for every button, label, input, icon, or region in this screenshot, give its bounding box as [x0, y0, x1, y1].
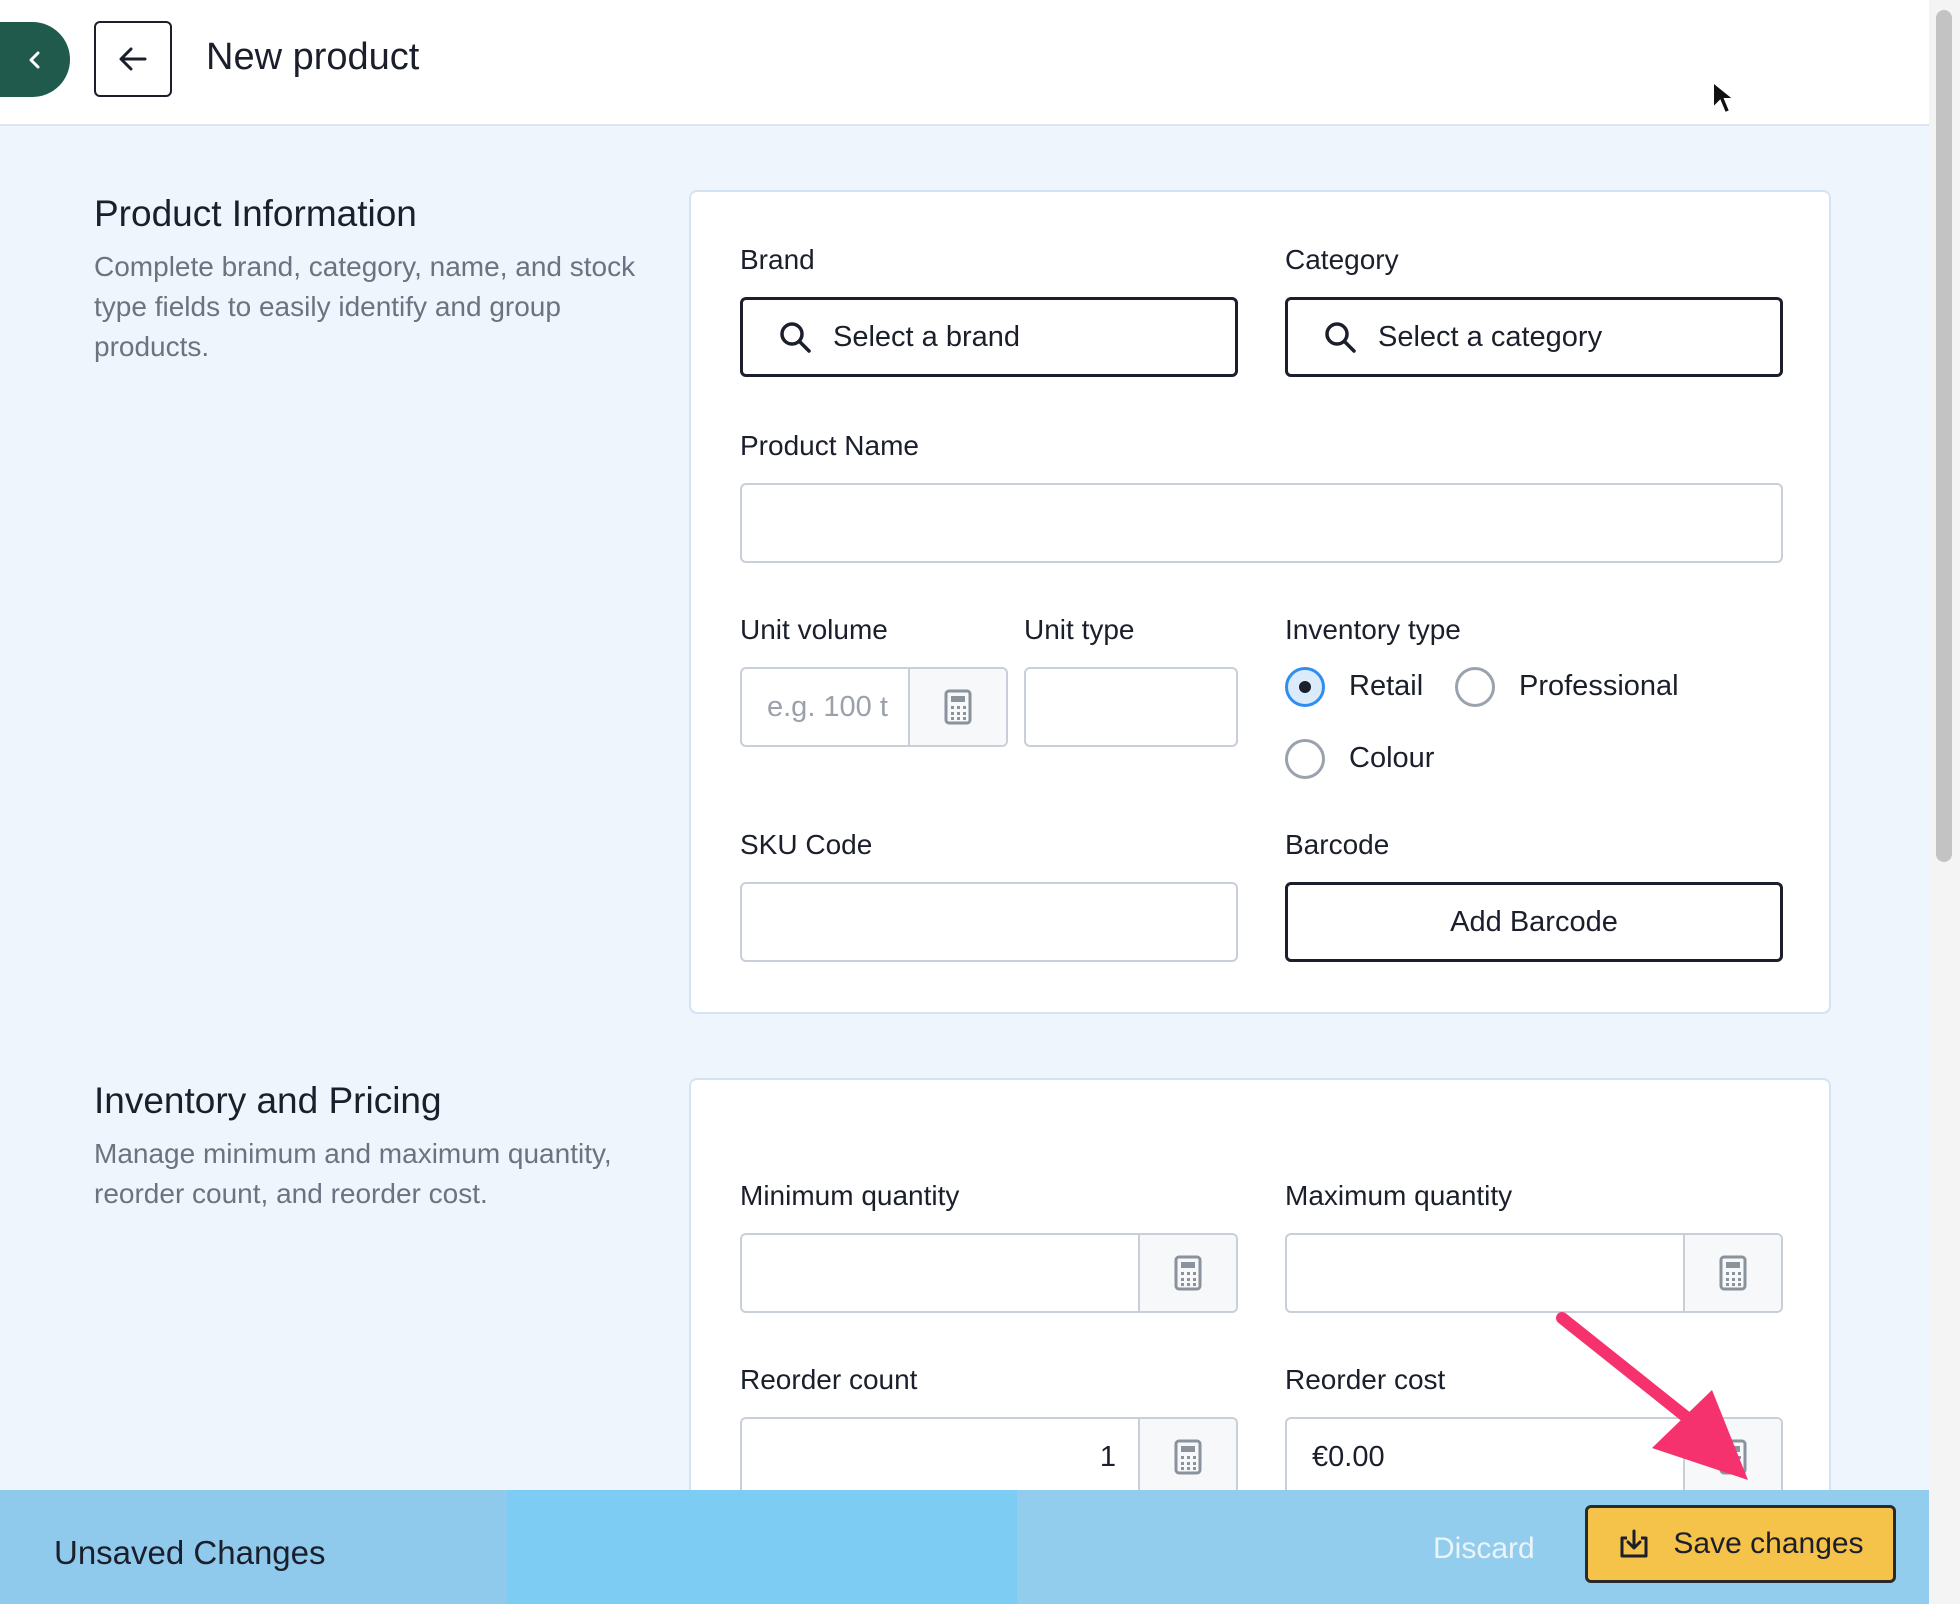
save-changes-button[interactable]: Save changes	[1585, 1505, 1896, 1583]
back-button[interactable]	[94, 21, 172, 97]
brand-label: Brand	[740, 244, 815, 275]
unsaved-changes-label: Unsaved Changes	[54, 1534, 326, 1571]
radio-colour[interactable]	[1285, 739, 1325, 779]
brand-select[interactable]: Select a brand	[740, 297, 1238, 377]
radio-retail-label: Retail	[1349, 670, 1424, 702]
radio-professional-label: Professional	[1519, 670, 1679, 702]
brand-select-placeholder: Select a brand	[833, 320, 1021, 353]
save-changes-label: Save changes	[1673, 1527, 1864, 1560]
calculator-icon	[1719, 1255, 1747, 1291]
max-qty-label: Maximum quantity	[1285, 1180, 1513, 1211]
unit-volume-input[interactable]: e.g. 100 t	[740, 667, 1008, 747]
min-qty-input[interactable]	[740, 1233, 1238, 1313]
calculator-icon	[1174, 1439, 1202, 1475]
top-bar: New product	[0, 0, 1929, 126]
arrow-left-icon	[119, 47, 147, 71]
product-info-title: Product Information	[94, 193, 417, 234]
sidebar-collapse-button[interactable]	[0, 22, 70, 97]
calculator-icon	[1719, 1439, 1747, 1475]
add-barcode-button[interactable]: Add Barcode	[1285, 882, 1783, 962]
radio-retail[interactable]	[1285, 667, 1325, 707]
chevron-left-icon	[29, 51, 40, 68]
calculator-button[interactable]	[1683, 1235, 1781, 1311]
reorder-count-label: Reorder count	[740, 1364, 918, 1395]
calculator-button[interactable]	[1138, 1235, 1236, 1311]
product-name-label: Product Name	[740, 430, 919, 461]
calculator-button[interactable]	[1138, 1419, 1236, 1495]
reorder-count-input[interactable]: 1	[740, 1417, 1238, 1497]
min-qty-label: Minimum quantity	[740, 1180, 960, 1211]
reorder-cost-label: Reorder cost	[1285, 1364, 1446, 1395]
search-icon	[779, 321, 811, 353]
unit-type-input[interactable]	[1024, 667, 1238, 747]
category-label: Category	[1285, 244, 1399, 275]
inventory-card: Minimum quantity Maximum quantity Reorde…	[689, 1078, 1831, 1548]
category-select[interactable]: Select a category	[1285, 297, 1783, 377]
inventory-description: Manage minimum and maximum quantity, reo…	[94, 1138, 612, 1209]
search-icon	[1324, 321, 1356, 353]
discard-button[interactable]: Discard	[1433, 1532, 1535, 1566]
max-qty-input[interactable]	[1285, 1233, 1783, 1313]
unsaved-changes-bar: Unsaved Changes Discard Save changes	[0, 1490, 1929, 1604]
calculator-icon	[944, 689, 972, 725]
category-select-placeholder: Select a category	[1378, 320, 1603, 353]
unit-volume-placeholder: e.g. 100 t	[767, 690, 888, 723]
mouse-cursor-icon	[1712, 80, 1737, 115]
product-info-description: Complete brand, category, name, and stoc…	[94, 251, 636, 362]
radio-professional[interactable]	[1455, 667, 1495, 707]
calculator-button[interactable]	[908, 669, 1006, 745]
page-title: New product	[206, 36, 420, 78]
sku-label: SKU Code	[740, 829, 873, 860]
footer-segment	[507, 1490, 1017, 1604]
reorder-cost-value: €0.00	[1312, 1440, 1385, 1473]
calculator-button[interactable]	[1683, 1419, 1781, 1495]
inventory-title: Inventory and Pricing	[94, 1080, 442, 1121]
calculator-icon	[1174, 1255, 1202, 1291]
barcode-label: Barcode	[1285, 829, 1390, 860]
radio-colour-label: Colour	[1349, 742, 1435, 774]
inventory-type-label: Inventory type	[1285, 614, 1461, 645]
reorder-cost-input[interactable]: €0.00	[1285, 1417, 1783, 1497]
unit-type-label: Unit type	[1024, 614, 1135, 645]
product-name-input[interactable]	[740, 483, 1783, 563]
reorder-count-value: 1	[1099, 1440, 1116, 1473]
save-download-icon	[1620, 1529, 1648, 1558]
product-info-card: Brand Select a brand Category Select a c…	[689, 190, 1831, 1014]
scrollbar-thumb[interactable]	[1936, 10, 1952, 862]
unit-volume-label: Unit volume	[740, 614, 888, 645]
sku-input[interactable]	[740, 882, 1238, 962]
